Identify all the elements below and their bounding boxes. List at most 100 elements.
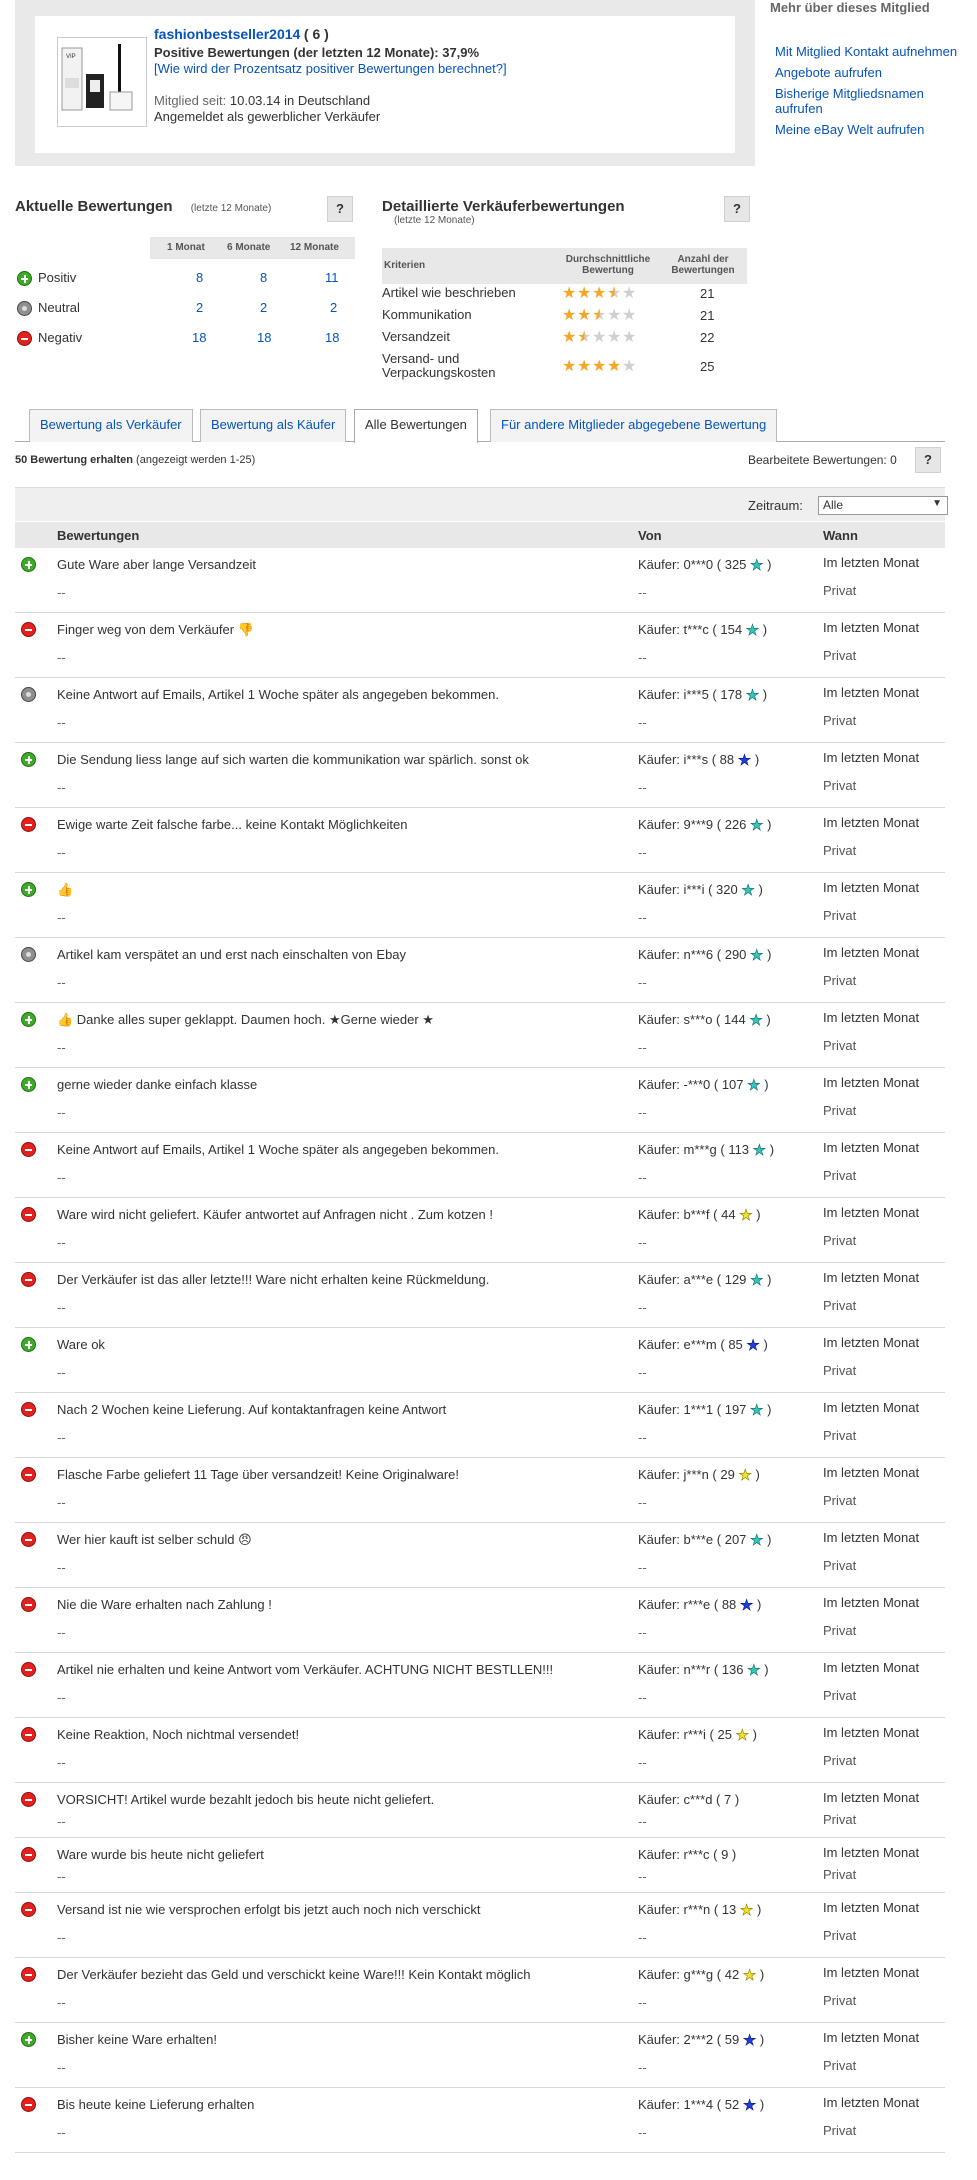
feedback-star-icon[interactable]: ★ [752,1143,766,1159]
buyer-link[interactable]: Käufer: n***6 ( 290 [638,947,746,962]
feedback-comment: Keine Antwort auf Emails, Artikel 1 Woch… [57,1142,500,1157]
buyer-link[interactable]: Käufer: r***e ( 88 [638,1597,736,1612]
view-listings-link[interactable]: Angebote aufrufen [775,65,965,80]
feedback-star-icon[interactable]: ★ [750,1273,764,1289]
feedback-star-icon[interactable]: ★ [747,1663,761,1679]
buyer-close-paren: ) [767,1402,772,1417]
feedback-star-icon[interactable]: ★ [737,753,751,769]
neutral-12m-link[interactable]: 2 [330,300,337,315]
tab-left-for-others[interactable]: Für andere Mitglieder abgegebene Bewertu… [490,409,778,442]
member-profile-card: VIP fashionbestseller2014 ( 6 ) Positive… [35,16,735,153]
buyer-link[interactable]: Käufer: t***c ( 154 [638,622,742,637]
feedback-star-icon[interactable]: ★ [750,818,764,834]
buyer-link[interactable]: Käufer: 1***4 ( 52 [638,2097,739,2112]
buyer-link[interactable]: Käufer: j***n ( 29 [638,1467,735,1482]
detailed-row: Artikel wie beschrieben ★★★★★ 21 [382,286,747,306]
neutral-icon [21,687,36,702]
period-select[interactable]: Alle ▼ [818,496,948,515]
buyer-link[interactable]: Käufer: 9***9 ( 226 [638,817,746,832]
negative-1m-link[interactable]: 18 [192,330,206,345]
feedback-star-icon[interactable]: ★ [750,1403,764,1419]
feedback-comment: Ewige warte Zeit falsche farbe... keine … [57,817,408,832]
buyer-link[interactable]: Käufer: i***i ( 320 [638,882,738,897]
feedback-reply: -- [57,1495,66,1510]
buyer-link[interactable]: Käufer: i***5 ( 178 [638,687,742,702]
negative-6m-link[interactable]: 18 [257,330,271,345]
buyer-close-paren: ) [767,947,772,962]
feedback-star-icon[interactable]: ★ [745,688,759,704]
neutral-1m-link[interactable]: 2 [196,300,203,315]
feedback-price: Privat [823,2058,857,2073]
buyer-link[interactable]: Käufer: s***o ( 144 [638,1012,746,1027]
negative-12m-link[interactable]: 18 [325,330,339,345]
member-avatar[interactable]: VIP [57,37,147,127]
feedback-reply: -- [57,1105,66,1120]
feedback-star-icon[interactable]: ★ [746,1338,760,1354]
buyer-link[interactable]: Käufer: n***r ( 136 [638,1662,744,1677]
member-name-link[interactable]: fashionbestseller2014 [154,26,300,42]
percentage-help-link[interactable]: [Wie wird der Prozentsatz positiver Bewe… [154,61,507,76]
feedback-star-icon[interactable]: ★ [735,1728,749,1744]
feedback-star-icon[interactable]: ★ [740,1598,754,1614]
buyer-link[interactable]: Käufer: 1***1 ( 197 [638,1402,746,1417]
buyer-link[interactable]: Käufer: b***f ( 44 [638,1207,736,1222]
feedback-row: Artikel kam verspätet an und erst nach e… [15,938,945,1003]
positive-1m-link[interactable]: 8 [196,270,203,285]
feedback-star-icon[interactable]: ★ [740,1903,754,1919]
buyer-link[interactable]: Käufer: 0***0 ( 325 [638,557,746,572]
current-feedback-help-button[interactable]: ? [327,196,353,222]
buyer-link[interactable]: Käufer: c***d ( 7 ) [638,1792,739,1807]
feedback-price: Privat [823,1038,857,1053]
feedback-star-icon[interactable]: ★ [743,1968,757,1984]
tab-all-feedback[interactable]: Alle Bewertungen [354,409,478,443]
feedback-star-icon[interactable]: ★ [745,623,759,639]
feedback-star-icon[interactable]: ★ [750,948,764,964]
buyer-link[interactable]: Käufer: g***g ( 42 [638,1967,739,1982]
positive-12m-link[interactable]: 11 [325,270,339,285]
feedback-reply: -- [57,1170,66,1185]
feedback-price: Privat [823,583,857,598]
buyer-link[interactable]: Käufer: m***g ( 113 [638,1142,749,1157]
feedback-reply: -- [57,1040,66,1055]
my-ebay-world-link[interactable]: Meine eBay Welt aufrufen [775,122,965,137]
feedback-reply: -- [57,1560,66,1575]
buyer-link[interactable]: Käufer: i***s ( 88 [638,752,734,767]
buyer-close-paren: ) [762,622,768,637]
feedback-star-icon[interactable]: ★ [743,2033,757,2049]
feedback-star-icon[interactable]: ★ [743,2098,757,2114]
neutral-6m-link[interactable]: 2 [260,300,267,315]
item-link-placeholder: -- [638,1300,647,1315]
feedback-comment: Ware wird nicht geliefert. Käufer antwor… [57,1207,493,1222]
buyer-link[interactable]: Käufer: 2***2 ( 59 [638,2032,739,2047]
feedback-star-icon[interactable]: ★ [738,1468,752,1484]
contact-member-link[interactable]: Mit Mitglied Kontakt aufnehmen [775,44,965,59]
criteria-label: Artikel wie beschrieben [382,285,516,300]
buyer-link[interactable]: Käufer: b***e ( 207 [638,1532,746,1547]
buyer-link[interactable]: Käufer: r***c ( 9 ) [638,1847,736,1862]
feedback-reply: -- [57,1755,66,1770]
buyer-link[interactable]: Käufer: r***n ( 13 [638,1902,736,1917]
feedback-star-icon[interactable]: ★ [741,883,755,899]
feedback-star-icon[interactable]: ★ [750,1533,764,1549]
buyer-close-paren: ) [756,1207,761,1222]
detailed-ratings-help-button[interactable]: ? [724,196,750,222]
positive-6m-link[interactable]: 8 [260,270,267,285]
tab-seller-feedback[interactable]: Bewertung als Verkäufer [29,409,193,442]
buyer-close-paren: ) [767,1532,772,1547]
rating-star-icon: ★ [562,285,577,302]
buyer-info: Käufer: 9***9 ( 226 ★ ) [638,817,771,834]
previous-names-link[interactable]: Bisherige Mitgliedsnamen aufrufen [775,86,965,116]
buyer-link[interactable]: Käufer: a***e ( 129 [638,1272,746,1287]
feedback-time: Im letzten Monat [823,1660,920,1675]
tab-buyer-feedback[interactable]: Bewertung als Käufer [200,409,347,442]
buyer-link[interactable]: Käufer: -***0 ( 107 [638,1077,744,1092]
edited-help-button[interactable]: ? [915,447,941,473]
feedback-star-icon[interactable]: ★ [750,558,764,574]
feedback-row: Wer hier kauft ist selber schuld 😠 -- Käuf… [15,1523,945,1588]
feedback-star-icon[interactable]: ★ [749,1013,763,1029]
buyer-link[interactable]: Käufer: e***m ( 85 [638,1337,743,1352]
feedback-star-icon[interactable]: ★ [739,1208,753,1224]
buyer-close-paren: ) [752,1727,757,1742]
feedback-star-icon[interactable]: ★ [747,1078,761,1094]
buyer-link[interactable]: Käufer: r***i ( 25 [638,1727,732,1742]
